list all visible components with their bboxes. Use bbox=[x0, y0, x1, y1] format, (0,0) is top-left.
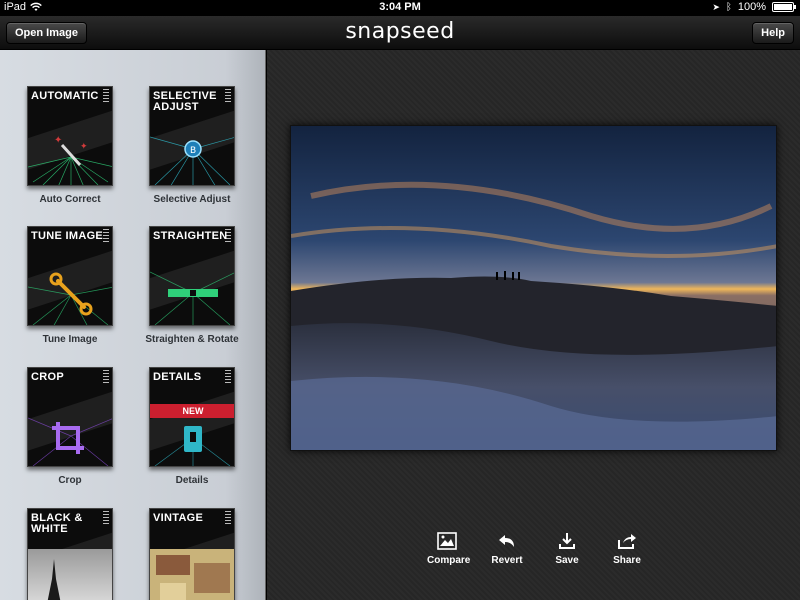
svg-text:B: B bbox=[190, 146, 196, 156]
bottom-toolbar: Compare Revert Save Share bbox=[427, 532, 647, 566]
tool-card: VINTAGE bbox=[149, 508, 235, 600]
share-arrow-icon bbox=[618, 534, 636, 549]
tool-label: Selective Adjust bbox=[153, 194, 231, 205]
top-bar: Open Image snapseed Help bbox=[0, 16, 800, 50]
eiffel-tower-image bbox=[28, 549, 112, 600]
compare-button[interactable]: Compare bbox=[427, 532, 471, 566]
status-bar: iPad 3:04 PM ➤ ᛒ 100% bbox=[0, 0, 800, 16]
svg-text:✦: ✦ bbox=[80, 142, 88, 152]
control-point-icon: B bbox=[150, 136, 234, 185]
tool-card: STRAIGHTEN bbox=[149, 226, 235, 326]
status-time: 3:04 PM bbox=[379, 1, 421, 13]
tool-label: Auto Correct bbox=[39, 194, 101, 205]
save-label: Save bbox=[555, 555, 579, 566]
tool-vintage[interactable]: VINTAGE bbox=[132, 508, 252, 600]
bluetooth-icon: ᛒ bbox=[725, 1, 732, 13]
tool-auto-correct[interactable]: AUTOMATIC ✦ ✦ Auto Correct bbox=[10, 86, 130, 205]
svg-text:✦: ✦ bbox=[54, 135, 62, 146]
tool-tune-image[interactable]: TUNE IMAGE Tune Image bbox=[10, 226, 130, 345]
app-logo: snapseed bbox=[345, 19, 455, 44]
tool-label: Straighten & Rotate bbox=[145, 334, 239, 345]
help-button[interactable]: Help bbox=[752, 22, 794, 44]
compare-label: Compare bbox=[427, 555, 471, 566]
download-icon bbox=[559, 533, 575, 549]
revert-label: Revert bbox=[491, 555, 523, 566]
image-icon bbox=[437, 532, 457, 550]
undo-arrow-icon bbox=[499, 535, 514, 547]
location-icon: ➤ bbox=[712, 1, 720, 12]
new-badge: NEW bbox=[150, 404, 234, 418]
tool-title: CROP bbox=[31, 371, 64, 383]
tool-card: AUTOMATIC ✦ ✦ bbox=[27, 86, 113, 186]
image-preview[interactable] bbox=[290, 125, 777, 451]
crop-icon bbox=[28, 417, 112, 466]
tool-black-white[interactable]: BLACK & WHITE bbox=[10, 508, 130, 600]
tool-label: Crop bbox=[58, 475, 82, 486]
tool-title: VINTAGE bbox=[153, 512, 204, 524]
share-label: Share bbox=[613, 555, 641, 566]
tool-title: TUNE IMAGE bbox=[31, 230, 104, 242]
share-button[interactable]: Share bbox=[607, 532, 647, 566]
tool-crop[interactable]: CROP Crop bbox=[10, 367, 130, 486]
status-right: ➤ ᛒ 100% bbox=[712, 1, 796, 13]
tool-selective-adjust[interactable]: SELECTIVE ADJUST B Selective Adjust bbox=[132, 86, 252, 205]
tools-sidebar: AUTOMATIC ✦ ✦ Auto Correct SELECTIVE ADJU… bbox=[0, 50, 266, 600]
battery-percent: 100% bbox=[737, 1, 766, 13]
vintage-photo-image bbox=[150, 549, 234, 600]
tool-card: TUNE IMAGE bbox=[27, 226, 113, 326]
tool-details[interactable]: DETAILS NEW Details bbox=[132, 367, 252, 486]
magic-wand-icon: ✦ ✦ bbox=[28, 135, 112, 185]
revert-button[interactable]: Revert bbox=[487, 532, 527, 566]
tool-title: STRAIGHTEN bbox=[153, 230, 228, 242]
wrench-icon bbox=[28, 272, 112, 325]
tool-straighten[interactable]: STRAIGHTEN Straighten & Rotate bbox=[132, 226, 252, 345]
tool-card: SELECTIVE ADJUST B bbox=[149, 86, 235, 186]
landscape-photo bbox=[291, 126, 776, 450]
level-icon bbox=[150, 271, 234, 325]
main-canvas: Compare Revert Save Share bbox=[267, 50, 800, 600]
tool-card: CROP bbox=[27, 367, 113, 467]
tool-title: AUTOMATIC bbox=[31, 90, 99, 102]
tool-card: DETAILS NEW bbox=[149, 367, 235, 467]
battery-icon bbox=[772, 2, 796, 12]
tool-title: DETAILS bbox=[153, 371, 202, 383]
save-button[interactable]: Save bbox=[547, 532, 587, 566]
tool-card: BLACK & WHITE bbox=[27, 508, 113, 600]
tool-label: Details bbox=[175, 475, 209, 486]
tool-label: Tune Image bbox=[42, 334, 98, 345]
